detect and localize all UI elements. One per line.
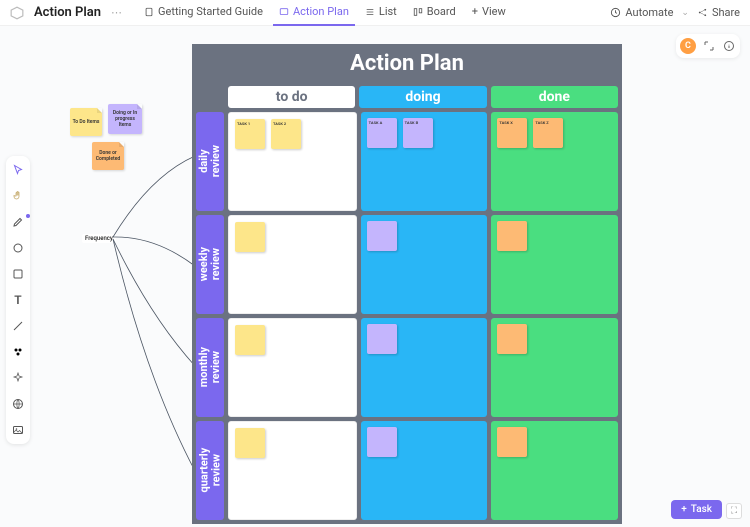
connector-tool[interactable] xyxy=(10,318,26,334)
sticky-note[interactable]: TASK X xyxy=(497,118,527,148)
tab-add-view[interactable]: + View xyxy=(466,0,512,26)
sticky-note[interactable] xyxy=(497,324,527,354)
column-headers: to do doing done xyxy=(192,82,622,108)
shape-tool[interactable] xyxy=(10,240,26,256)
cell-doing[interactable] xyxy=(361,421,488,520)
sticky-note[interactable] xyxy=(497,427,527,457)
presence-strip: C xyxy=(676,34,740,58)
share-label: Share xyxy=(712,6,740,19)
sticky-tool[interactable] xyxy=(10,266,26,282)
tab-label: Board xyxy=(427,5,456,18)
automate-button[interactable]: Automate xyxy=(610,6,673,19)
cell-done[interactable]: TASK XTASK Z xyxy=(491,112,618,211)
cell-doing[interactable] xyxy=(361,318,488,417)
cell-doing[interactable]: TASK ATASK B xyxy=(361,112,488,211)
tab-label: Action Plan xyxy=(293,5,349,18)
plus-icon: + xyxy=(681,504,687,515)
cell-todo[interactable]: TASK 1TASK 2 xyxy=(228,112,357,211)
image-tool[interactable] xyxy=(10,422,26,438)
cell-todo[interactable] xyxy=(228,421,357,520)
sticky-note[interactable] xyxy=(497,221,527,251)
cursor-tool[interactable] xyxy=(10,162,26,178)
hand-tool[interactable] xyxy=(10,188,26,204)
row-label: monthlyreview xyxy=(196,318,224,417)
view-tabs: Getting Started Guide Action Plan List B… xyxy=(138,0,512,26)
cell-todo[interactable] xyxy=(228,215,357,314)
tool-toolbar: T xyxy=(6,156,30,444)
fit-icon[interactable] xyxy=(702,39,716,53)
board-row: monthlyreview xyxy=(196,318,618,417)
task-button[interactable]: + Task xyxy=(671,500,722,519)
topbar-right: Automate ⌄ Share xyxy=(610,6,740,19)
col-head-doing: doing xyxy=(359,86,486,108)
whiteboard-canvas[interactable]: C T To Do Items Doing or In progress Ite… xyxy=(0,26,750,527)
col-head-done: done xyxy=(491,86,618,108)
board-row: dailyreviewTASK 1TASK 2TASK ATASK BTASK … xyxy=(196,112,618,211)
share-icon xyxy=(697,7,708,18)
sticky-note[interactable] xyxy=(235,428,265,458)
tab-action-plan[interactable]: Action Plan xyxy=(273,0,355,26)
topbar: Action Plan ⋯ Getting Started Guide Acti… xyxy=(0,0,750,26)
workspace-icon[interactable] xyxy=(10,6,24,20)
pen-tool[interactable] xyxy=(10,214,26,230)
task-button-label: Task xyxy=(691,504,712,515)
board-title: Action Plan xyxy=(192,44,622,82)
tab-list[interactable]: List xyxy=(359,0,403,26)
row-label: quarterlyreview xyxy=(196,421,224,520)
legend-todo-sticky[interactable]: To Do Items xyxy=(70,108,102,136)
whiteboard-icon xyxy=(279,7,289,17)
legend-label: Done or Completed xyxy=(94,150,122,162)
sticky-note[interactable]: TASK Z xyxy=(533,118,563,148)
shapes-tool[interactable] xyxy=(10,344,26,360)
tab-board[interactable]: Board xyxy=(407,0,462,26)
row-label: dailyreview xyxy=(196,112,224,211)
cell-todo[interactable] xyxy=(228,318,357,417)
info-icon[interactable] xyxy=(722,39,736,53)
sticky-note[interactable] xyxy=(235,325,265,355)
sticky-note[interactable]: TASK B xyxy=(403,118,433,148)
sticky-note[interactable]: TASK 1 xyxy=(235,119,265,149)
text-tool[interactable]: T xyxy=(10,292,26,308)
board-row: weeklyreview xyxy=(196,215,618,314)
legend-doing-sticky[interactable]: Doing or In progress Items xyxy=(108,104,142,134)
page-title[interactable]: Action Plan xyxy=(34,5,101,20)
share-button[interactable]: Share xyxy=(697,6,740,19)
sticky-note[interactable]: TASK A xyxy=(367,118,397,148)
tab-getting-started[interactable]: Getting Started Guide xyxy=(138,0,269,26)
legend-label: Doing or In progress Items xyxy=(110,110,140,128)
automate-icon xyxy=(610,7,621,18)
tab-label: View xyxy=(482,5,506,18)
cell-doing[interactable] xyxy=(361,215,488,314)
sticky-note[interactable] xyxy=(367,221,397,251)
sticky-note[interactable] xyxy=(367,427,397,457)
automate-label: Automate xyxy=(625,6,673,19)
plus-icon: + xyxy=(472,5,478,18)
legend-done-sticky[interactable]: Done or Completed xyxy=(92,142,124,170)
cell-done[interactable] xyxy=(491,421,618,520)
doc-icon xyxy=(144,7,154,17)
col-head-todo: to do xyxy=(228,86,355,108)
cell-done[interactable] xyxy=(491,215,618,314)
board-icon xyxy=(413,7,423,17)
board-rows: dailyreviewTASK 1TASK 2TASK ATASK BTASK … xyxy=(192,108,622,524)
avatar[interactable]: C xyxy=(680,38,696,54)
more-icon[interactable]: ⋯ xyxy=(111,6,122,19)
frequency-label[interactable]: Frequency xyxy=(82,234,116,243)
board-row: quarterlyreview xyxy=(196,421,618,520)
row-label: weeklyreview xyxy=(196,215,224,314)
tab-label: List xyxy=(379,5,397,18)
ai-tool[interactable] xyxy=(10,370,26,386)
legend-label: To Do Items xyxy=(73,119,100,125)
tab-label: Getting Started Guide xyxy=(158,5,263,18)
sticky-note[interactable]: TASK 2 xyxy=(271,119,301,149)
cell-done[interactable] xyxy=(491,318,618,417)
sticky-note[interactable] xyxy=(367,324,397,354)
list-icon xyxy=(365,7,375,17)
expand-button[interactable]: ⛶ xyxy=(726,503,742,519)
action-plan-board[interactable]: Action Plan to do doing done dailyreview… xyxy=(192,44,622,524)
chevron-down-icon[interactable]: ⌄ xyxy=(681,8,689,18)
globe-tool[interactable] xyxy=(10,396,26,412)
sticky-note[interactable] xyxy=(235,222,265,252)
